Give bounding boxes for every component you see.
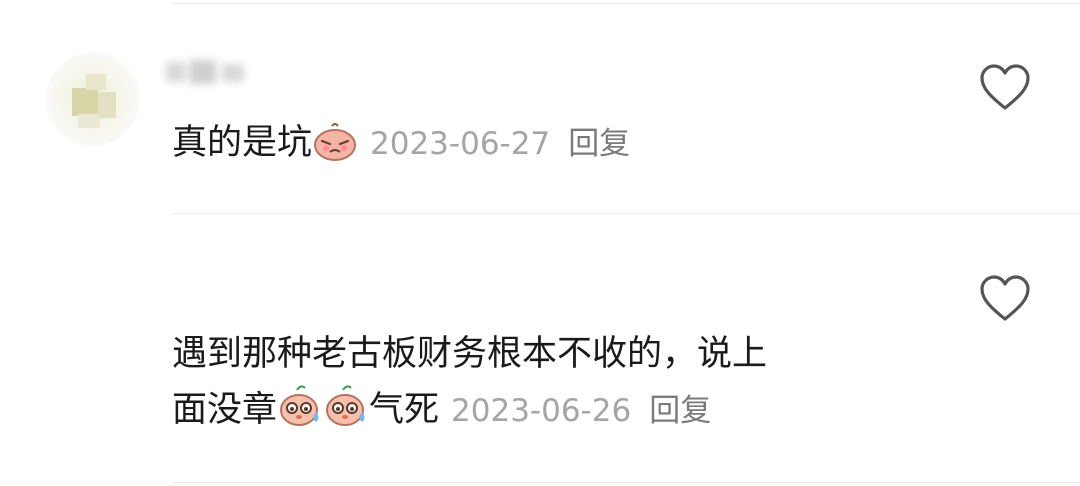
sweating-emoji-icon xyxy=(277,384,323,445)
sweating-emoji-icon xyxy=(323,384,369,445)
comment-divider xyxy=(172,213,1080,214)
top-divider xyxy=(172,3,1080,4)
comment-date: 2023-06-26 xyxy=(451,393,632,429)
bottom-divider xyxy=(172,482,1080,483)
comment-body-line2-after: 气死 xyxy=(369,390,440,430)
comment-text: 遇到那种老古板财务根本不收的，说上 xyxy=(172,326,767,382)
heart-outline-icon xyxy=(980,64,1030,110)
avatar[interactable] xyxy=(46,52,140,146)
like-button[interactable] xyxy=(978,63,1032,113)
comment-body-line1: 遇到那种老古板财务根本不收的，说上 xyxy=(172,334,768,374)
comment-date: 2023-06-27 xyxy=(370,126,551,162)
username-blurred[interactable] xyxy=(160,58,256,92)
heart-outline-icon xyxy=(980,275,1030,321)
like-button[interactable] xyxy=(978,274,1032,324)
reply-button[interactable]: 回复 xyxy=(649,393,711,429)
comment-body: 真的是坑 xyxy=(172,123,313,163)
comment-text-line2: 面没章 气死 2023-06-26 回复 xyxy=(172,382,711,445)
comment-text: 真的是坑 2023-06-27 回复 xyxy=(172,115,630,178)
comment-body-line2-before: 面没章 xyxy=(172,390,278,430)
reply-button[interactable]: 回复 xyxy=(568,126,630,162)
crying-emoji-icon xyxy=(312,121,358,178)
